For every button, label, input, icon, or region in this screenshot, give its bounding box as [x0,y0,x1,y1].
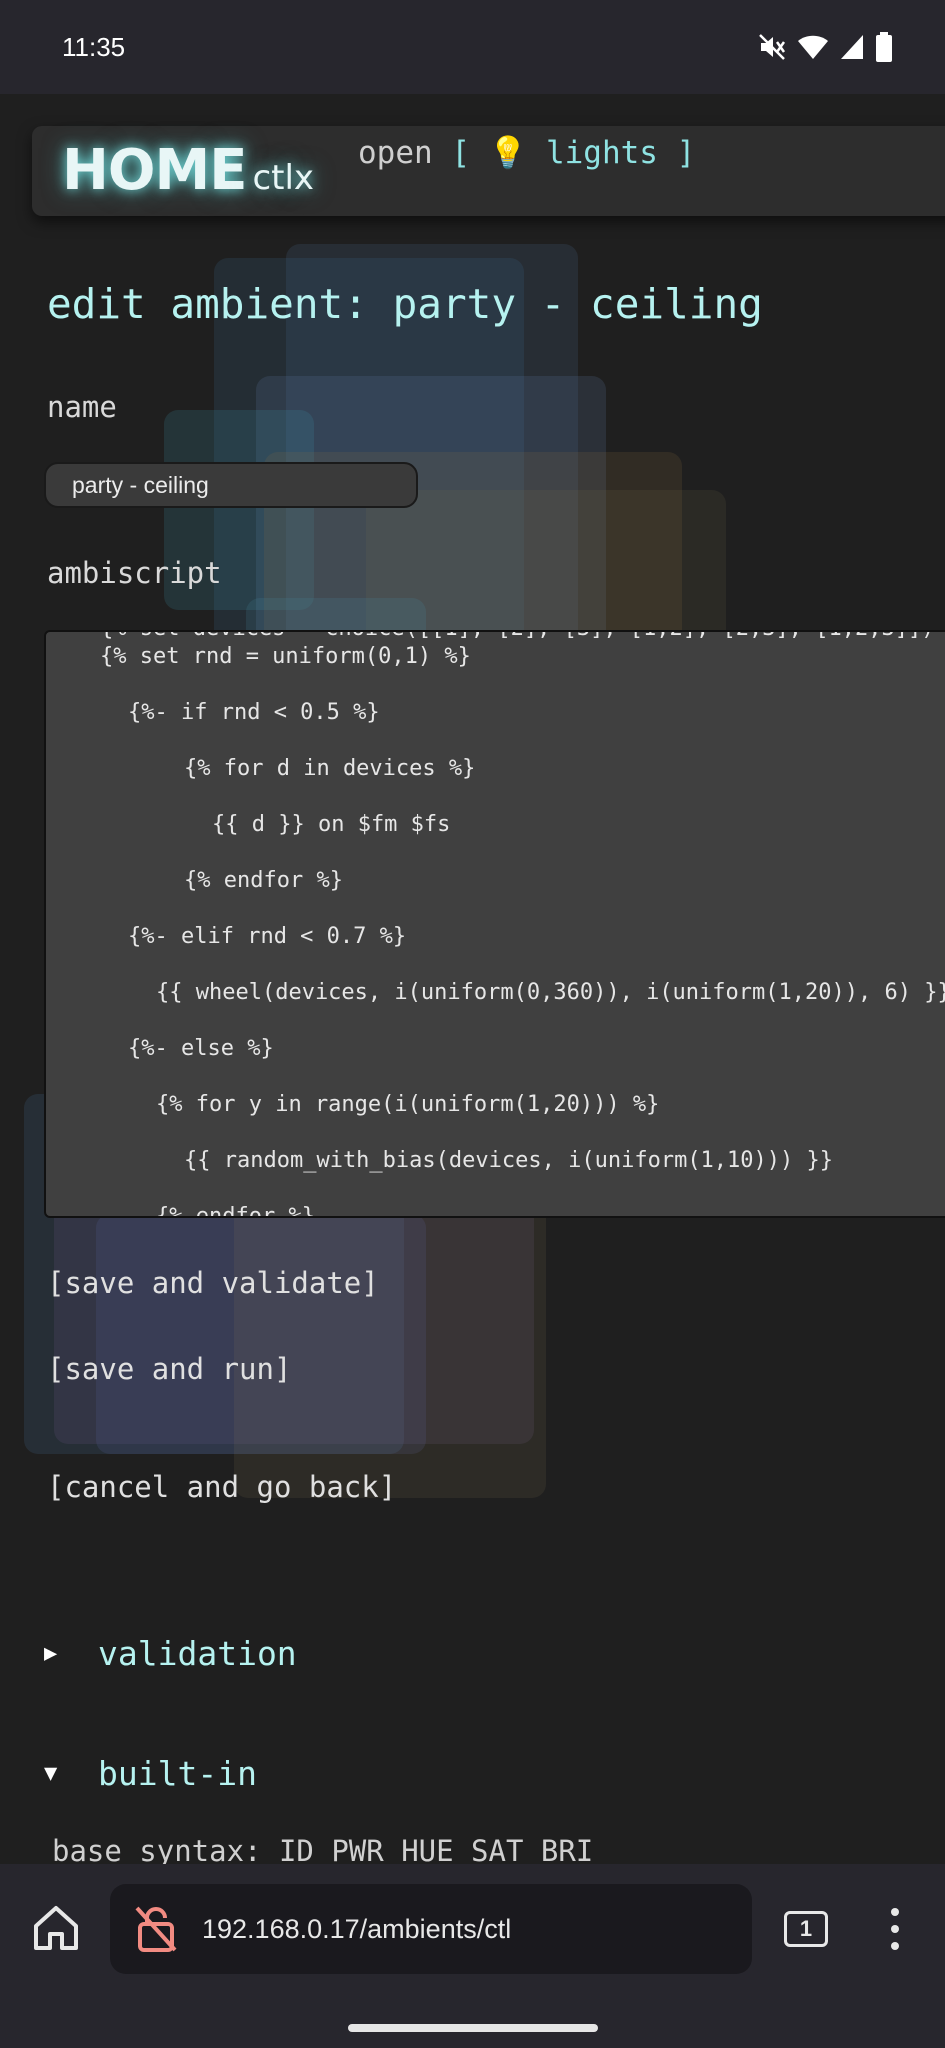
name-input[interactable]: party - ceiling [44,462,418,508]
ambiscript-editor[interactable]: {% set devices = choice([[1], [2], [3], … [44,630,945,1218]
not-secure-lock-icon[interactable] [134,1904,178,1954]
code-line: {%- if rnd < 0.5 %} [128,700,380,725]
battery-icon [875,32,893,62]
code-line: {% endfor %} [184,868,343,893]
tab-switcher-button[interactable]: 1 [784,1911,828,1947]
status-time: 11:35 [62,31,126,62]
code-line: {%- else %} [128,1036,274,1061]
lightbulb-icon: 💡 [488,135,528,171]
url-text: 192.168.0.17/ambients/ctl [202,1913,512,1944]
code-line: {%- elif rnd < 0.7 %} [128,924,407,949]
code-line: {% set devices = choice([[1], [2], [3], … [100,632,945,641]
site-header: HOME ctlx open [ 💡 lights ] [32,126,945,216]
browser-toolbar: 192.168.0.17/ambients/ctl 1 [0,1864,945,2048]
code-line: {{ wheel(devices, i(uniform(0,360)), i(u… [156,980,945,1005]
validation-label: validation [98,1634,297,1673]
status-bar: 11:35 [0,0,945,94]
builtin-label: built-in [98,1754,257,1793]
logo-main: HOME [62,138,247,203]
nav-open-bracket: [ [451,135,470,171]
lights-link[interactable]: lights [546,135,658,171]
site-logo[interactable]: HOME ctlx [62,138,314,203]
home-icon[interactable] [30,1902,82,1954]
code-line: {% set rnd = uniform(0,1) %} [100,644,471,669]
collapsed-arrow-icon: ▶ [44,1641,58,1666]
save-and-run-button[interactable]: [save and run] [47,1352,291,1386]
status-icons [757,32,893,62]
base-syntax-text: base syntax: ID PWR HUE SAT BRI [52,1834,594,1864]
cancel-and-go-back-button[interactable]: [cancel and go back] [47,1470,396,1504]
builtin-section-toggle[interactable]: ▼ built-in [44,1754,257,1793]
validation-section-toggle[interactable]: ▶ validation [44,1634,297,1673]
save-and-validate-button[interactable]: [save and validate] [47,1266,379,1300]
mute-icon [757,32,787,62]
signal-icon [839,33,865,61]
code-line: {% for d in devices %} [184,756,476,781]
wifi-icon [797,33,829,61]
ambiscript-label: ambiscript [47,556,222,590]
web-page: HOME ctlx open [ 💡 lights ] edit ambient:… [0,94,945,1864]
logo-sub: ctlx [252,158,315,198]
code-line: {{ d }} on $fm $fs [212,812,451,837]
nav-close-bracket: ] [676,135,696,171]
page-title: edit ambient: party - ceiling [47,280,763,328]
nav-prefix: open [358,135,433,171]
code-line: {% endfor %} [156,1204,315,1218]
name-label: name [47,390,117,424]
nav-open-lights: open [ 💡 lights ] [358,134,695,171]
gesture-handle[interactable] [348,2024,598,2032]
expanded-arrow-icon: ▼ [44,1761,58,1786]
more-options-icon[interactable] [888,1906,902,1952]
code-line: {% for y in range(i(uniform(1,20))) %} [156,1092,660,1117]
code-line: {{ random_with_bias(devices, i(uniform(1… [184,1148,834,1173]
url-bar[interactable]: 192.168.0.17/ambients/ctl [110,1884,752,1974]
